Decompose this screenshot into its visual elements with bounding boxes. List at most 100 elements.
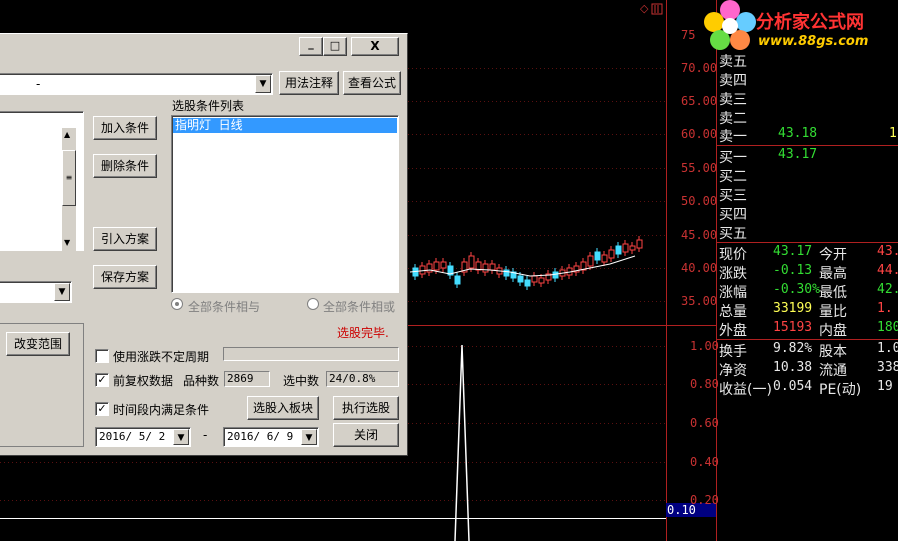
radio-and[interactable] (171, 298, 183, 310)
close-button[interactable]: 关闭 (333, 423, 399, 447)
condition-list[interactable]: 指明灯 日线 (171, 115, 399, 293)
delete-condition-button[interactable]: 删除条件 (93, 154, 157, 178)
stat-label: 流通 (819, 363, 847, 379)
candle-body (629, 245, 636, 251)
candle-body (538, 277, 545, 284)
selected-label: 选中数 (283, 374, 320, 388)
scroll-down-icon[interactable]: ▼ (64, 238, 70, 247)
stat-label: 涨跌 (719, 266, 747, 282)
candle-body (517, 275, 524, 283)
minimize-icon: _ (308, 37, 314, 50)
stat-value: 9.82% (773, 341, 813, 356)
add-condition-button[interactable]: 加入条件 (93, 116, 157, 140)
stat-value: -0.30% (773, 282, 820, 297)
import-plan-button[interactable]: 引入方案 (93, 227, 157, 251)
selected-value: 24/0.8% (329, 372, 376, 385)
restore-data-checkbox[interactable]: ✓ (95, 373, 109, 387)
date-to-picker[interactable]: 2016/ 6/ 9 ▼ (223, 427, 319, 447)
usage-notes-button[interactable]: 用法注释 (279, 71, 339, 95)
quote-label: 卖三 (719, 92, 747, 108)
stat-value: 44. (877, 263, 898, 278)
quote-label: 卖一 (719, 129, 747, 145)
candle-body (419, 265, 426, 275)
candle-body (440, 261, 447, 269)
uncertain-period-field[interactable] (223, 347, 399, 361)
formula-combo[interactable]: - ▼ (0, 73, 273, 95)
candle-body (475, 261, 482, 271)
candle-body (615, 245, 622, 255)
flower-logo-icon (704, 0, 756, 50)
quote-label: 买二 (719, 169, 747, 185)
stat-value: 180 (877, 320, 898, 335)
candle-body (601, 254, 608, 263)
save-plan-button[interactable]: 保存方案 (93, 265, 157, 289)
stat-value: 3380 (877, 360, 898, 375)
site-logo: 分析家公式网 www.88gs.com (700, 0, 898, 55)
svg-text:◇: ◇ (640, 2, 649, 15)
restore-data-label: 前复权数据 (113, 374, 174, 388)
date-from-picker[interactable]: 2016/ 5/ 2 ▼ (95, 427, 191, 447)
stat-label: 总量 (719, 304, 747, 320)
date-to-value: 2016/ 6/ 9 (227, 430, 294, 443)
chevron-down-icon[interactable]: ▼ (54, 283, 70, 301)
price-tick-label: 50.00 (681, 194, 718, 208)
stat-label: 内盘 (819, 323, 847, 339)
indicator-tick-label: 0.60 (690, 416, 719, 430)
stat-value: 43. (877, 244, 898, 259)
stat-value: 19 (877, 379, 893, 394)
stat-value: 10.38 (773, 360, 813, 375)
date-separator: - (203, 428, 208, 442)
chevron-down-icon[interactable]: ▼ (255, 75, 271, 93)
logo-url: www.88gs.com (758, 34, 869, 49)
candle-body (587, 255, 594, 267)
scrollbar[interactable]: ▲ ≡ ▼ (62, 128, 76, 252)
stat-value: 42. (877, 282, 898, 297)
chevron-down-icon[interactable]: ▼ (173, 429, 189, 445)
stat-label: PE(动) (819, 382, 862, 398)
candle-body (433, 261, 440, 271)
add-to-block-button[interactable]: 选股入板块 (247, 396, 319, 420)
quote-label: 卖五 (719, 54, 747, 70)
stat-label: 净资 (719, 363, 747, 379)
stat-label: 股本 (819, 344, 847, 360)
candle-body (608, 249, 615, 259)
candle-body (622, 243, 629, 253)
candle-body (454, 275, 461, 285)
condition-list-item[interactable]: 指明灯 日线 (173, 118, 397, 133)
period-condition-checkbox[interactable]: ✓ (95, 402, 109, 416)
quote-volume: 1 (889, 126, 897, 141)
change-range-button[interactable]: 改变范围 (6, 332, 70, 356)
chevron-down-icon[interactable]: ▼ (301, 429, 317, 445)
quote-label: 买三 (719, 188, 747, 204)
close-window-button[interactable]: X (351, 37, 399, 56)
stat-value: 33199 (773, 301, 813, 316)
logo-title: 分析家公式网 (756, 12, 864, 33)
minimize-button[interactable]: _ (299, 37, 323, 56)
indicator-tick-label: 1.00 (690, 339, 719, 353)
maximize-button[interactable]: □ (323, 37, 347, 56)
count-value: 2869 (227, 372, 254, 385)
scroll-up-icon[interactable]: ▲ (64, 130, 70, 139)
quote-price: 43.17 (778, 147, 818, 162)
stat-label: 最低 (819, 285, 847, 301)
stat-value: 0.054 (773, 379, 813, 394)
stat-label: 量比 (819, 304, 847, 320)
uncertain-period-checkbox[interactable] (95, 349, 109, 363)
stat-label: 收益(一) (719, 382, 772, 398)
period-condition-label: 时间段内满足条件 (113, 403, 210, 417)
period-combo[interactable]: ▼ (0, 281, 72, 303)
count-field: 2869 (224, 371, 270, 387)
price-tick-label: 45.00 (681, 228, 718, 242)
price-tick-label: 40.00 (681, 261, 718, 275)
stat-label: 换手 (719, 344, 747, 360)
candle-body (489, 263, 496, 271)
radio-or[interactable] (307, 298, 319, 310)
scroll-thumb[interactable]: ≡ (62, 150, 76, 206)
view-formula-button[interactable]: 查看公式 (343, 71, 401, 95)
candle-body (594, 251, 601, 261)
execute-selection-button[interactable]: 执行选股 (333, 396, 399, 420)
stat-value: 1.09 (877, 341, 898, 356)
stat-value: -0.13 (773, 263, 813, 278)
price-tick-label: 75 (681, 28, 696, 42)
stat-value: 15193 (773, 320, 813, 335)
